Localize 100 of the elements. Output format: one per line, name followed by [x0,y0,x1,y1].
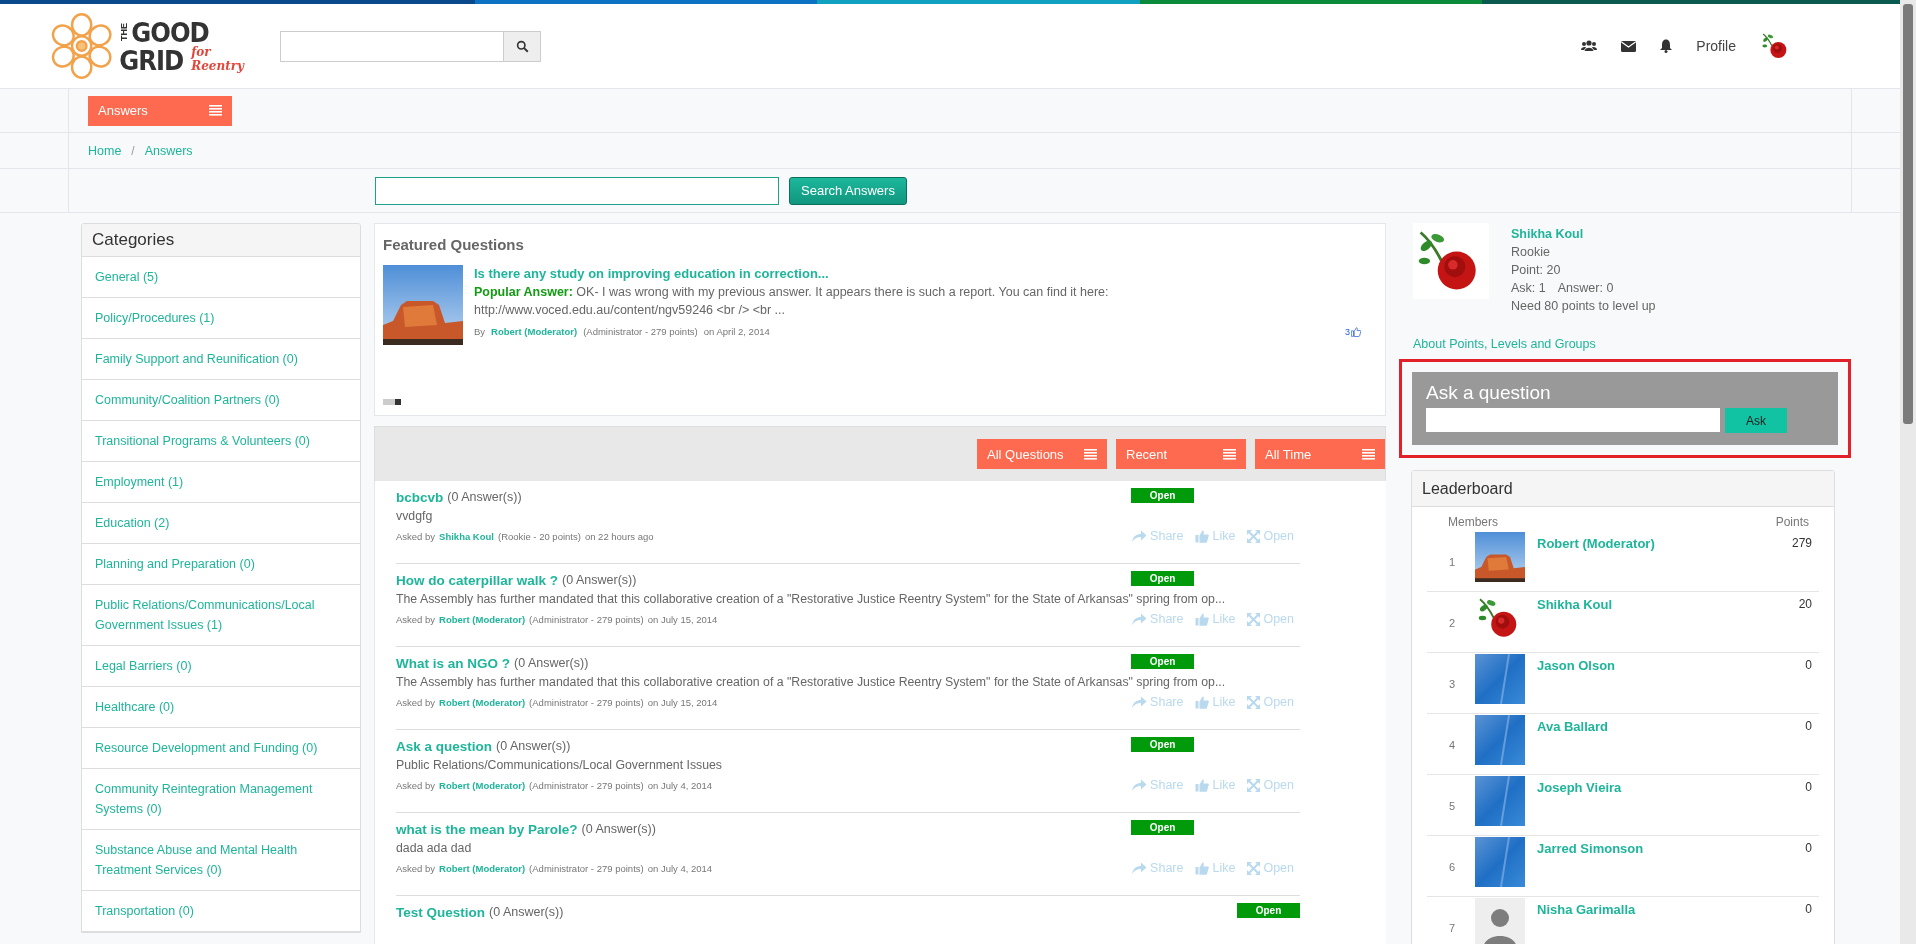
logo-text[interactable]: GRID [119,47,184,73]
member-link[interactable]: Joseph Vieira [1537,776,1759,795]
question-link[interactable]: Ask a question [396,738,493,754]
category-link[interactable]: Policy/Procedures (1) [82,298,360,339]
menu-icon[interactable] [1084,448,1097,460]
filter-dropdown-button[interactable]: All Time [1255,439,1385,469]
asked-by-label: Asked by [396,530,436,542]
answer-count: (0 Answer(s)) [447,490,522,504]
share-icon [1131,529,1148,543]
avatar-picture [1475,837,1525,887]
like-button[interactable]: Like [1195,861,1236,875]
share-button[interactable]: Share [1131,778,1184,792]
category-link[interactable]: Substance Abuse and Mental Health Treatment Services (0) [82,830,360,891]
like-button[interactable]: Like [1195,695,1236,709]
like-button[interactable]: Like [1195,529,1236,543]
question-link[interactable]: bcbcvb [396,489,444,505]
logo-text[interactable]: GOOD [131,19,209,45]
share-icon [1131,861,1148,875]
share-button[interactable]: Share [1131,861,1184,875]
author-info: (Administrator - 279 points) [583,325,698,339]
author-link[interactable]: Robert (Moderator) [491,323,578,341]
thumbs-up-icon [1195,612,1210,626]
section-title: Featured Questions [383,236,525,253]
member-link[interactable]: Jason Olson [1537,654,1759,673]
breadcrumb-link[interactable]: Answers [144,143,193,158]
author-link[interactable]: Robert (Moderator) [439,696,526,708]
expand-icon [1247,861,1261,875]
question-link[interactable]: what is the mean by Parole? [396,821,578,837]
open-button[interactable]: Open [1247,861,1294,875]
category-link[interactable]: Family Support and Reunification (0) [82,339,360,380]
category-link[interactable]: Employment (1) [82,462,360,503]
question-excerpt: The Assembly has further mandated that this collaborative creation of a "Restorative Justice Reentry System" for the State of Arkansas" spring from op... [396,591,1227,606]
member-link[interactable]: Nisha Garimalla [1537,898,1759,917]
search-field[interactable] [280,30,503,62]
filter-dropdown-button[interactable]: Recent [1116,439,1246,469]
scrollbar[interactable] [1903,4,1913,424]
bell-icon[interactable] [1660,39,1673,53]
author-info: (Rookie - 20 points) [498,530,581,542]
author-link[interactable]: Robert (Moderator) [439,779,526,791]
answer-search-field[interactable] [375,176,779,205]
question-link[interactable]: Test Question [396,904,485,920]
featured-question-link[interactable]: Is there any study on improving education in correction... [474,265,1377,283]
profile-name-link[interactable]: Shikha Koul [1511,225,1656,243]
menu-icon[interactable] [1362,448,1375,460]
category-link[interactable]: Legal Barriers (0) [82,646,360,687]
category-link[interactable]: Transitional Programs & Volunteers (0) [82,421,360,462]
like-count-button[interactable]: 3 [1339,326,1367,338]
open-button[interactable]: Open [1247,778,1294,792]
member-link[interactable]: Robert (Moderator) [1537,532,1759,551]
menu-icon[interactable] [1223,448,1236,460]
category-link[interactable]: Planning and Preparation (0) [82,544,360,585]
breadcrumb-separator: / [131,143,135,158]
points-info-link[interactable]: About Points, Levels and Groups [1413,337,1851,351]
ask-button[interactable]: Ask [1725,408,1787,433]
thumbs-up-icon [1195,529,1210,543]
category-link[interactable]: Education (2) [82,503,360,544]
expand-icon [1247,529,1261,543]
category-link[interactable]: Community Reintegration Management Systems (0) [82,769,360,830]
answers-menu-button[interactable]: Answers [88,95,232,126]
category-link[interactable]: Public Relations/Communications/Local Government Issues (1) [82,585,360,646]
logo-tagline[interactable]: for Reentry [191,44,262,73]
breadcrumb-link[interactable]: Home [88,143,122,158]
category-link[interactable]: Transportation (0) [82,891,360,932]
question-link[interactable]: How do caterpillar walk ? [396,572,559,588]
like-button[interactable]: Like [1195,612,1236,626]
category-link[interactable]: General (5) [82,257,360,298]
category-link[interactable]: Community/Coalition Partners (0) [82,380,360,421]
member-points: 0 [1804,657,1813,672]
share-button[interactable]: Share [1131,695,1184,709]
open-button[interactable]: Open [1247,529,1294,543]
open-button[interactable]: Open [1247,695,1294,709]
search-icon[interactable] [515,39,529,53]
users-icon[interactable] [1581,40,1598,52]
search-button[interactable] [503,30,541,62]
answer-count: (0 Answer(s)) [514,656,589,670]
member-link[interactable]: Shikha Koul [1537,593,1759,612]
envelope-icon[interactable] [1621,40,1637,52]
category-link[interactable]: Healthcare (0) [82,687,360,728]
asked-by-label: Asked by [396,862,436,874]
category-link[interactable]: Resource Development and Funding (0) [82,728,360,769]
member-link[interactable]: Ava Ballard [1537,715,1759,734]
share-button[interactable]: Share [1131,612,1184,626]
menu-icon[interactable] [209,105,222,116]
avatar-picture [1475,654,1525,704]
question-input[interactable] [1426,408,1720,432]
share-button[interactable]: Share [1131,529,1184,543]
open-button[interactable]: Open [1247,612,1294,626]
author-link[interactable]: Robert (Moderator) [439,613,526,625]
profile-link[interactable]: Profile [1696,38,1736,54]
search-answers-button[interactable]: Search Answers [789,176,907,205]
question-link[interactable]: What is an NGO ? [396,655,510,671]
answer-count: Answer: 0 [1557,280,1614,297]
panel-heading: Categories [82,224,360,257]
author-link[interactable]: Shikha Koul [439,530,494,542]
logo-text[interactable]: THE [119,23,130,41]
author-link[interactable]: Robert (Moderator) [439,862,526,874]
expand-icon [1247,778,1261,792]
filter-dropdown-button[interactable]: All Questions [977,439,1107,469]
member-link[interactable]: Jarred Simonson [1537,837,1759,856]
like-button[interactable]: Like [1195,778,1236,792]
